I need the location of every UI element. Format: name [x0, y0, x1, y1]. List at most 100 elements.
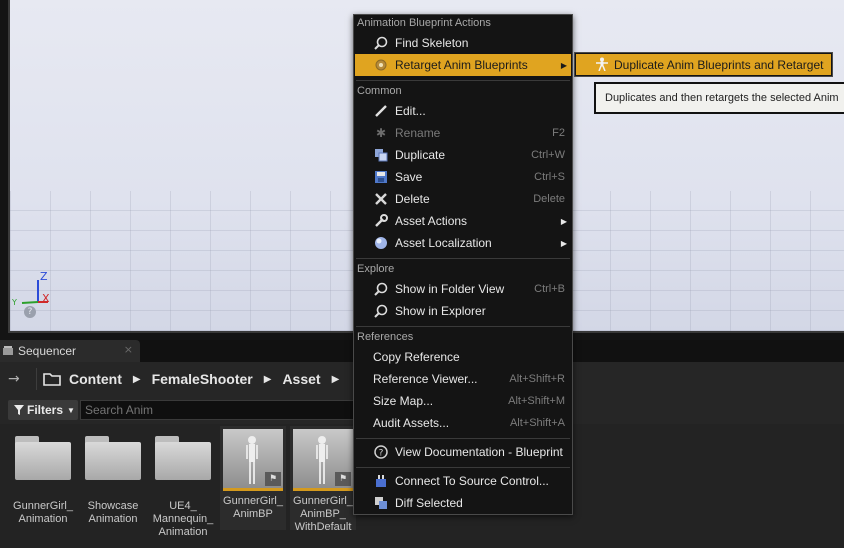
close-icon[interactable]: × — [124, 343, 133, 356]
menu-item-label: Connect To Source Control... — [395, 474, 549, 488]
menu-item-connect-source-control[interactable]: Connect To Source Control... — [355, 470, 571, 492]
globe-icon — [373, 235, 389, 251]
breadcrumb-separator[interactable]: ▶ — [332, 374, 340, 385]
wrench-icon — [373, 213, 389, 229]
folder-icon — [155, 436, 211, 480]
retarget-submenu: Duplicate Anim Blueprints and Retarget — [574, 52, 833, 77]
filters-button[interactable]: Filters ▼ — [8, 400, 78, 420]
forward-nav-icon[interactable]: → — [0, 371, 30, 387]
menu-item-label: Delete — [395, 192, 430, 206]
folder-label: UE4_ Mannequin_ Animation — [152, 500, 214, 538]
pencil-icon — [373, 103, 389, 119]
save-disk-icon — [373, 169, 389, 185]
filters-label: Filters — [27, 403, 64, 417]
section-divider — [356, 258, 570, 259]
menu-item-show-in-folder-view[interactable]: Show in Folder View Ctrl+B — [355, 278, 571, 300]
menu-item-label: Audit Assets... — [373, 416, 450, 430]
menu-item-duplicate[interactable]: Duplicate Ctrl+W — [355, 144, 571, 166]
menu-item-asset-actions[interactable]: Asset Actions ▶ — [355, 210, 571, 232]
section-header-references: References — [357, 331, 414, 343]
anim-blueprint-thumbnail: ⚑ — [293, 429, 353, 491]
menu-item-label: Rename — [395, 126, 441, 140]
menu-item-show-in-explorer[interactable]: Show in Explorer — [355, 300, 571, 322]
menu-item-save[interactable]: Save Ctrl+S — [355, 166, 571, 188]
menu-item-label: Duplicate — [395, 148, 446, 162]
anim-blueprint-label: GunnerGirl_ AnimBP — [223, 495, 283, 520]
menu-item-audit-assets[interactable]: Audit Assets... Alt+Shift+A — [355, 412, 571, 434]
menu-item-retarget-anim-blueprints[interactable]: Retarget Anim Blueprints ▶ — [355, 54, 571, 76]
breadcrumb-asset[interactable]: Asset — [282, 371, 320, 387]
menu-item-label: Find Skeleton — [395, 36, 469, 50]
help-circle-icon: ? — [373, 444, 389, 460]
anim-bp-badge-icon: ⚑ — [335, 472, 351, 486]
breadcrumb-femaleshooter[interactable]: FemaleShooter — [152, 371, 253, 387]
menu-item-label: Show in Folder View — [395, 282, 505, 296]
svg-text:?: ? — [379, 449, 384, 459]
mannequin-retarget-icon — [594, 57, 610, 73]
source-control-plug-icon — [373, 473, 389, 489]
shortcut-text: Ctrl+B — [534, 283, 565, 295]
folder-label: GunnerGirl_ Animation — [13, 500, 73, 525]
section-divider — [356, 326, 570, 327]
section-header-anim-bp-actions: Animation Blueprint Actions — [357, 17, 491, 29]
sequencer-icon — [2, 345, 14, 357]
menu-item-delete[interactable]: Delete Delete — [355, 188, 571, 210]
menu-item-edit[interactable]: Edit... — [355, 100, 571, 122]
chevron-down-icon: ▼ — [67, 405, 75, 415]
search-input[interactable] — [80, 400, 360, 420]
breadcrumb-separator[interactable]: ▶ — [264, 374, 272, 385]
mannequin-icon — [246, 436, 258, 484]
menu-item-duplicate-and-retarget[interactable]: Duplicate Anim Blueprints and Retarget — [576, 54, 831, 75]
axis-y-label: Y — [12, 298, 17, 307]
magnifier-icon — [373, 303, 389, 319]
submenu-arrow-icon: ▶ — [560, 60, 567, 70]
section-divider — [356, 80, 570, 81]
menu-item-label: Retarget Anim Blueprints — [395, 58, 528, 72]
folder-icon — [15, 436, 71, 480]
menu-item-label: Asset Actions — [395, 214, 468, 228]
menu-item-rename[interactable]: ✱ Rename F2 — [355, 122, 571, 144]
menu-item-find-skeleton[interactable]: Find Skeleton — [355, 32, 571, 54]
context-menu: Animation Blueprint Actions Find Skeleto… — [353, 14, 573, 515]
shortcut-text: Ctrl+S — [534, 171, 565, 183]
submenu-arrow-icon: ▶ — [560, 238, 567, 248]
axis-x-label: X — [42, 292, 50, 305]
tab-sequencer[interactable]: Sequencer × — [0, 340, 140, 362]
anim-blueprint-tile[interactable]: ⚑ GunnerGirl_ AnimBP_ WithDefault — [290, 426, 356, 533]
axis-z-label: Z — [40, 270, 48, 283]
folder-tile[interactable]: UE4_ Mannequin_ Animation — [150, 430, 216, 539]
menu-item-copy-reference[interactable]: Copy Reference — [355, 346, 571, 368]
submenu-arrow-icon: ▶ — [560, 216, 567, 226]
duplicate-icon — [373, 147, 389, 163]
rename-icon: ✱ — [375, 126, 387, 140]
shortcut-text: Ctrl+W — [531, 149, 565, 161]
menu-item-label: Duplicate Anim Blueprints and Retarget — [614, 57, 824, 72]
tab-label: Sequencer — [18, 344, 77, 358]
magnifier-icon — [373, 281, 389, 297]
folder-tile[interactable]: GunnerGirl_ Animation — [10, 430, 76, 526]
breadcrumb-content[interactable]: Content — [69, 371, 122, 387]
shortcut-text: Alt+Shift+M — [508, 395, 565, 407]
menu-item-label: Asset Localization — [395, 236, 492, 250]
folder-open-icon — [43, 373, 61, 386]
anim-blueprint-tile[interactable]: ⚑ GunnerGirl_ AnimBP — [220, 426, 286, 530]
folder-tile[interactable]: Showcase Animation — [80, 430, 146, 526]
shortcut-text: Alt+Shift+R — [509, 373, 565, 385]
menu-item-reference-viewer[interactable]: Reference Viewer... Alt+Shift+R — [355, 368, 571, 390]
menu-item-asset-localization[interactable]: Asset Localization ▶ — [355, 232, 571, 254]
anim-blueprint-label: GunnerGirl_ AnimBP_ WithDefault — [293, 495, 353, 533]
menu-item-view-documentation[interactable]: ? View Documentation - Blueprint — [355, 441, 571, 463]
axis-gizmo: Z X Y — [12, 270, 54, 312]
breadcrumb-separator[interactable]: ▶ — [133, 374, 141, 385]
menu-item-label: Reference Viewer... — [373, 372, 478, 386]
retarget-icon — [373, 57, 389, 73]
anim-blueprint-thumbnail: ⚑ — [223, 429, 283, 491]
help-icon[interactable]: ? — [24, 306, 36, 318]
mannequin-icon — [316, 436, 328, 484]
menu-item-label: Save — [395, 170, 423, 184]
menu-item-size-map[interactable]: Size Map... Alt+Shift+M — [355, 390, 571, 412]
menu-item-diff-selected[interactable]: Diff Selected — [355, 492, 571, 514]
section-header-explore: Explore — [357, 263, 395, 275]
editor-root: Z X Y ? Sequencer × → Content ▶ FemaleSh… — [0, 0, 844, 548]
section-divider — [356, 467, 570, 468]
